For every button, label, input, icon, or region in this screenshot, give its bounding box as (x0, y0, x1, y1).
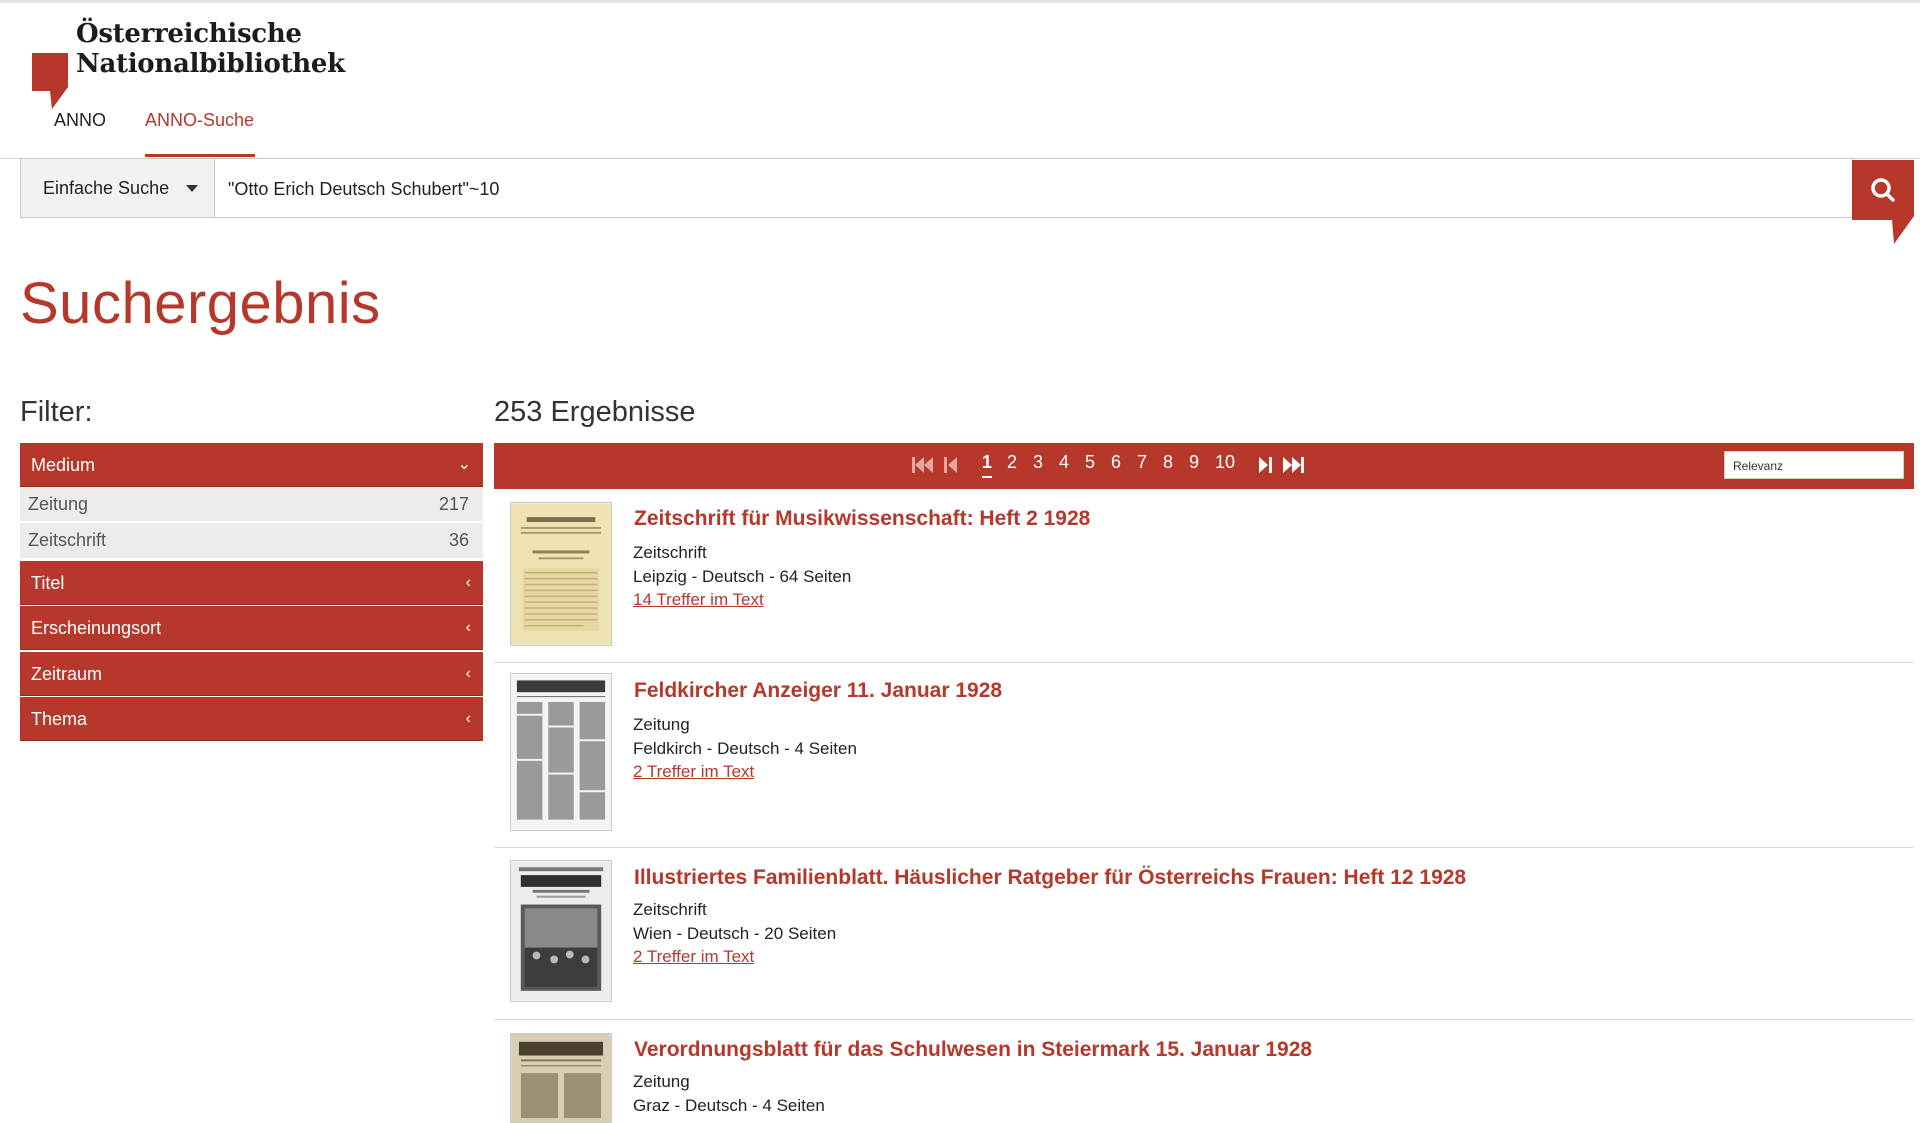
result-title[interactable]: Feldkircher Anzeiger 11. Januar 1928 (634, 679, 1002, 703)
result-title[interactable]: Zeitschrift für Musikwissenschaft: Heft … (634, 507, 1090, 531)
facet-label: Erscheinungsort (31, 618, 162, 638)
facet-thema[interactable]: Thema ‹ (20, 697, 483, 741)
chevron-left-icon: ‹ (465, 619, 471, 636)
page-link-8[interactable]: 8 (1163, 452, 1173, 473)
chevron-left-icon: ‹ (465, 710, 471, 727)
page-link-4[interactable]: 4 (1059, 452, 1069, 473)
site-logo[interactable]: Österreichische Nationalbibliothek (76, 19, 345, 79)
result-meta: Feldkirch - Deutsch - 4 Seiten (633, 739, 857, 758)
first-page-icon[interactable] (912, 455, 934, 475)
page-title: Suchergebnis (20, 271, 381, 336)
previous-page-icon[interactable] (944, 455, 958, 475)
nav-anno-suche[interactable]: ANNO-Suche (145, 110, 254, 131)
search-button[interactable] (1852, 160, 1914, 244)
chevron-left-icon: ‹ (465, 665, 471, 682)
logo-line-2: Nationalbibliothek (76, 49, 345, 79)
result-thumbnail[interactable] (510, 860, 612, 1002)
facet-medium[interactable]: Medium ⌄ (20, 443, 483, 487)
result-type: Zeitschrift (633, 543, 707, 562)
facet-titel[interactable]: Titel ‹ (20, 561, 483, 605)
filter-heading: Filter: (20, 396, 93, 428)
facet-option-label: Zeitung (28, 494, 89, 514)
facet-label: Titel (31, 573, 65, 593)
result-title[interactable]: Verordnungsblatt für das Schulwesen in S… (634, 1038, 1312, 1062)
page-link-1[interactable]: 1 (982, 452, 993, 478)
result-meta: Wien - Deutsch - 20 Seiten (633, 924, 837, 943)
result-meta: Leipzig - Deutsch - 64 Seiten (633, 567, 852, 586)
facet-option-zeitschrift[interactable]: Zeitschrift 36 (20, 523, 483, 558)
result-hits-link[interactable]: 2 Treffer im Text (633, 762, 754, 782)
pagination-bar: 1 2 3 4 5 6 7 8 9 10 Relevanz (494, 443, 1914, 489)
page-link-5[interactable]: 5 (1085, 452, 1095, 473)
result-thumbnail[interactable] (510, 502, 612, 646)
result-item: Zeitschrift für Musikwissenschaft: Heft … (494, 489, 1914, 663)
page-link-3[interactable]: 3 (1033, 452, 1043, 473)
facet-option-count: 36 (448, 530, 469, 550)
active-nav-indicator (145, 154, 255, 157)
logo-line-1: Österreichische (76, 19, 302, 49)
page-link-10[interactable]: 10 (1215, 452, 1235, 473)
search-type-dropdown[interactable]: Einfache Suche (21, 159, 215, 217)
sort-select[interactable]: Relevanz (1724, 451, 1904, 479)
page-link-6[interactable]: 6 (1111, 452, 1121, 473)
facet-zeitraum[interactable]: Zeitraum ‹ (20, 652, 483, 696)
facet-label: Zeitraum (31, 664, 103, 684)
page-link-9[interactable]: 9 (1189, 452, 1199, 473)
search-type-label: Einfache Suche (43, 178, 170, 198)
facet-option-zeitung[interactable]: Zeitung 217 (20, 487, 483, 522)
next-page-icon[interactable] (1258, 455, 1272, 475)
result-hits-link[interactable]: 14 Treffer im Text (633, 590, 764, 610)
page-link-2[interactable]: 2 (1007, 452, 1017, 473)
nav-anno[interactable]: ANNO (54, 110, 106, 131)
result-title[interactable]: Illustriertes Familienblatt. Häuslicher … (634, 866, 1466, 890)
last-page-icon[interactable] (1282, 455, 1304, 475)
result-item: Feldkircher Anzeiger 11. Januar 1928 Zei… (494, 663, 1914, 848)
caret-down-icon (186, 185, 198, 192)
result-type: Zeitschrift (633, 900, 707, 919)
result-thumbnail[interactable] (510, 1033, 612, 1123)
result-meta: Graz - Deutsch - 4 Seiten (633, 1096, 825, 1115)
search-bar: Einfache Suche (20, 158, 1854, 219)
onb-logo-mark-icon (32, 53, 68, 109)
facet-label: Thema (31, 709, 88, 729)
chevron-left-icon: ‹ (465, 574, 471, 591)
facet-label: Medium (31, 455, 96, 475)
result-count: 253 Ergebnisse (494, 396, 696, 428)
facet-option-count: 217 (438, 494, 469, 514)
facet-option-label: Zeitschrift (28, 530, 107, 550)
facet-erscheinungsort[interactable]: Erscheinungsort ‹ (20, 606, 483, 650)
search-input[interactable] (216, 159, 1830, 219)
result-thumbnail[interactable] (510, 673, 612, 831)
result-item: Verordnungsblatt für das Schulwesen in S… (494, 1020, 1914, 1123)
top-border (0, 0, 1920, 3)
result-type: Zeitung (633, 715, 690, 734)
result-item: Illustriertes Familienblatt. Häuslicher … (494, 848, 1914, 1020)
result-type: Zeitung (633, 1072, 690, 1091)
result-hits-link[interactable]: 2 Treffer im Text (633, 947, 754, 967)
page-link-7[interactable]: 7 (1137, 452, 1147, 473)
chevron-down-icon: ⌄ (457, 456, 471, 473)
